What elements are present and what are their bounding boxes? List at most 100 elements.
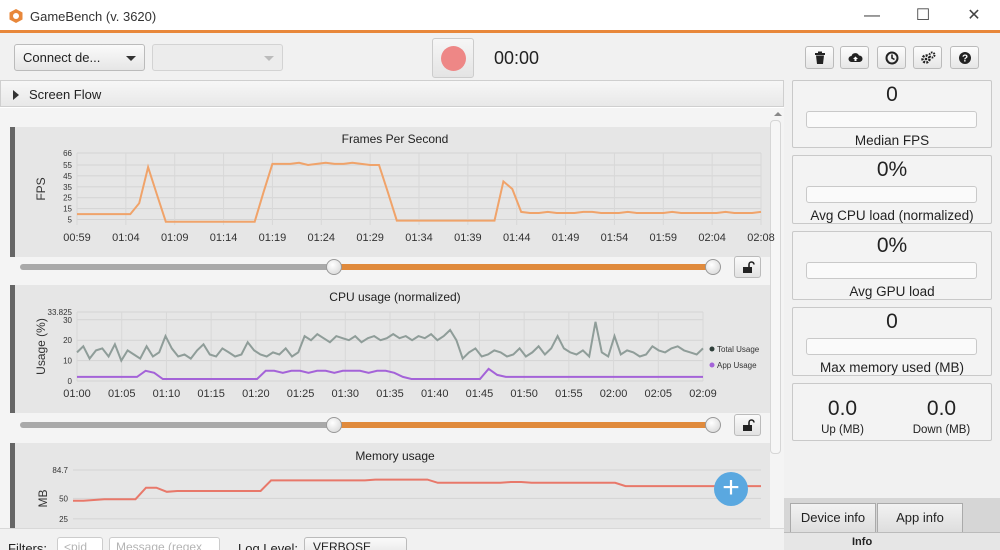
record-button[interactable]: [432, 38, 474, 78]
avg-gpu-label: Avg GPU load: [849, 284, 935, 299]
pid-filter-input[interactable]: <pid: [57, 537, 103, 550]
cloud-upload-icon: [848, 53, 863, 62]
avg-gpu-value: 0%: [876, 234, 908, 257]
cpu-range-end-handle[interactable]: [705, 417, 721, 433]
median-fps-bar: [806, 111, 977, 128]
x-tick-label: 01:54: [601, 232, 629, 244]
delete-button[interactable]: [805, 46, 834, 69]
fps-range-start-handle[interactable]: [325, 259, 342, 275]
cpu-chart-panel: CPU usage (normalized) 33.825 30 20 10 0 01:0…: [10, 285, 770, 413]
message-filter-input[interactable]: Message (regex: [109, 537, 220, 550]
x-tick-label: 01:05: [108, 388, 136, 400]
y-tick-label: 15: [63, 205, 72, 214]
cpu-range-start-handle[interactable]: [325, 417, 342, 433]
gamebench-logo-icon: [9, 9, 23, 23]
cpu-range-selection[interactable]: [333, 422, 717, 428]
x-tick-label: 01:59: [650, 232, 678, 244]
x-tick-label: 01:10: [153, 388, 181, 400]
network-card: 0.0 Up (MB) 0.0 Down (MB): [792, 383, 992, 441]
chevron-down-icon: [264, 56, 274, 61]
x-tick-label: 02:00: [600, 388, 628, 400]
device-select-label: Connect de...: [23, 50, 101, 65]
info-section-header[interactable]: Info: [784, 532, 1000, 550]
tab-app-info[interactable]: App info: [877, 503, 963, 534]
info-label: Info: [852, 536, 873, 548]
y-tick-label: 0: [68, 377, 73, 386]
stats-panel: 0 Median FPS 0% Avg CPU load (normalized…: [784, 80, 1000, 550]
x-tick-label: 01:00: [63, 388, 91, 400]
x-tick-label: 02:08: [747, 232, 775, 244]
memory-chart-panel: Memory usage 84.7 50 25 MB: [10, 443, 770, 528]
tab-device-info[interactable]: Device info: [790, 503, 876, 534]
x-tick-label: 01:34: [405, 232, 433, 244]
y-tick-label: 10: [63, 357, 72, 366]
device-select[interactable]: Connect de...: [14, 44, 145, 71]
session-timer: 00:00: [494, 48, 540, 68]
y-tick-label: 55: [63, 161, 72, 170]
network-up-value: 0.0: [827, 397, 858, 420]
maximize-button[interactable]: ☐: [911, 4, 935, 28]
svg-text:?: ?: [962, 54, 968, 65]
fps-range-end-handle[interactable]: [705, 259, 721, 275]
x-tick-label: 01:39: [454, 232, 482, 244]
title-bar: GameBench (v. 3620) — ☐ ✕: [0, 0, 1000, 33]
x-tick-label: 01:40: [421, 388, 449, 400]
x-tick-label: 01:04: [112, 232, 140, 244]
close-button[interactable]: ✕: [962, 4, 986, 28]
history-button[interactable]: [877, 46, 906, 69]
upload-button[interactable]: [840, 46, 869, 69]
avg-cpu-label: Avg CPU load (normalized): [810, 208, 974, 223]
max-memory-bar: [806, 338, 977, 355]
median-fps-card: 0 Median FPS: [792, 80, 992, 148]
legend-app-label: App Usage: [717, 361, 757, 370]
x-tick-label: 01:24: [308, 232, 336, 244]
fps-lock-button[interactable]: [734, 256, 761, 278]
help-button[interactable]: ?: [950, 46, 979, 69]
chevron-down-icon: [126, 56, 136, 61]
max-memory-label: Max memory used (MB): [819, 360, 965, 375]
screen-flow-label: Screen Flow: [29, 87, 102, 102]
x-tick-label: 01:35: [376, 388, 404, 400]
record-icon: [441, 46, 466, 71]
y-tick-label: 50: [59, 494, 68, 503]
x-tick-label: 01:25: [287, 388, 315, 400]
x-tick-label: 01:20: [242, 388, 270, 400]
x-tick-label: 01:45: [466, 388, 494, 400]
app-select[interactable]: [152, 44, 283, 71]
median-fps-label: Median FPS: [854, 133, 930, 148]
log-level-select[interactable]: VERBOSE: [304, 537, 407, 550]
y-tick-label: 45: [63, 172, 72, 181]
x-tick-label: 01:50: [510, 388, 538, 400]
charts-area: Frames Per Second 66 55 45 35 25 15 5 00:59 01:0…: [0, 108, 784, 528]
log-level-value: VERBOSE: [313, 540, 372, 550]
settings-button[interactable]: [913, 46, 942, 69]
y-tick-label: 30: [63, 316, 72, 325]
avg-gpu-bar: [806, 262, 977, 279]
fps-chart: 66 55 45 35 25 15 5 00:59 01:04 01:09 01:14 01:19 01…: [34, 149, 775, 244]
network-up-label: Up (MB): [821, 424, 864, 436]
y-tick-label: 35: [63, 183, 72, 192]
network-down-value: 0.0: [926, 397, 957, 420]
trash-icon: [815, 51, 825, 64]
fps-range-selection[interactable]: [333, 264, 717, 270]
x-tick-label: 00:59: [63, 232, 91, 244]
y-axis-label: FPS: [34, 177, 48, 200]
y-tick-label: 84.7: [52, 466, 68, 475]
add-marker-button[interactable]: +: [714, 472, 748, 506]
scroll-up-icon[interactable]: [774, 112, 782, 116]
info-tabs: Device info App info: [784, 498, 1000, 534]
y-tick-label: 5: [68, 216, 73, 225]
y-axis-label: Usage (%): [34, 318, 48, 375]
x-tick-label: 01:14: [210, 232, 238, 244]
screen-flow-toggle[interactable]: Screen Flow: [0, 80, 784, 107]
x-tick-label: 01:19: [259, 232, 287, 244]
x-tick-label: 01:30: [332, 388, 360, 400]
x-tick-label: 02:04: [698, 232, 726, 244]
minimize-button[interactable]: —: [860, 4, 884, 28]
cpu-lock-button[interactable]: [734, 414, 761, 436]
max-memory-card: 0 Max memory used (MB): [792, 307, 992, 376]
y-tick-label: 25: [59, 515, 68, 524]
avg-cpu-card: 0% Avg CPU load (normalized): [792, 155, 992, 224]
filters-label: Filters:: [8, 541, 47, 550]
series-line-0: [73, 478, 761, 502]
